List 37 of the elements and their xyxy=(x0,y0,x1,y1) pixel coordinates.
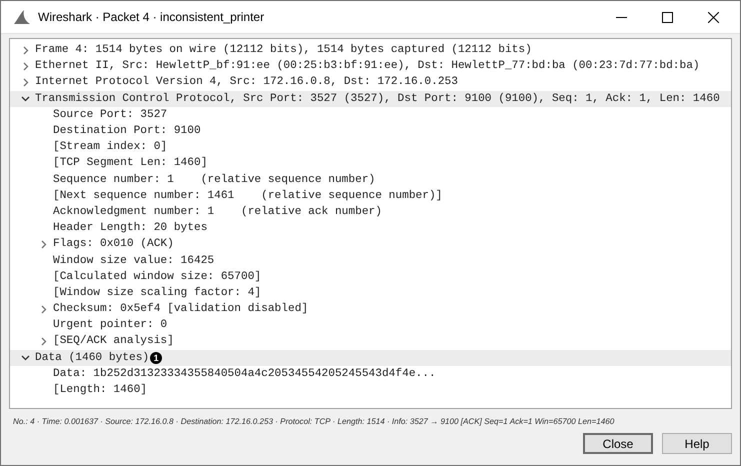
maximize-icon[interactable] xyxy=(662,12,672,22)
tree-item[interactable]: [Window size scaling factor: 4] xyxy=(53,286,262,299)
tree-item[interactable]: Source Port: 3527 xyxy=(53,108,168,121)
tree-item[interactable]: Window size value: 16425 xyxy=(53,254,214,267)
window-title: Wireshark · Packet 4 · inconsistent_printer xyxy=(38,10,266,24)
tree-item[interactable]: [Calculated window size: 65700] xyxy=(53,270,262,283)
tree-item[interactable]: Internet Protocol Version 4, Src: 172.16.0.8, Dst: 172.16.0.253 xyxy=(35,76,458,88)
close-icon[interactable] xyxy=(708,12,718,22)
chevron-right-icon[interactable] xyxy=(20,46,30,55)
callout-number: 1 xyxy=(150,352,162,364)
tree-item[interactable]: Data (1460 bytes) xyxy=(35,352,150,364)
chevron-right-icon[interactable] xyxy=(20,78,30,87)
chevron-right-icon[interactable] xyxy=(20,62,30,71)
chevron-right-icon[interactable] xyxy=(38,304,48,314)
help-button[interactable]: Help xyxy=(662,433,732,454)
close-button[interactable]: Close xyxy=(583,433,653,454)
chevron-right-icon[interactable] xyxy=(38,240,48,249)
tree-item[interactable]: [Length: 1460] xyxy=(53,384,147,396)
tree-item[interactable]: Destination Port: 9100 xyxy=(53,125,201,138)
tree-item[interactable]: [Stream index: 0] xyxy=(53,141,168,154)
chevron-right-icon[interactable] xyxy=(38,336,48,346)
tree-item[interactable]: Sequence number: 1 (relative sequence number) xyxy=(53,174,376,186)
tree-item[interactable]: Checksum: 0x5ef4 [validation disabled] xyxy=(53,303,308,316)
tree-item[interactable]: Data: 1b252d31323334355840504a4c20534554205245543d4f4e... xyxy=(53,368,436,380)
tree-item[interactable]: Acknowledgment number: 1 (relative ack number) xyxy=(53,206,382,218)
tree-item[interactable]: Header Length: 20 bytes xyxy=(53,222,208,234)
tree-item[interactable]: [SEQ/ACK analysis] xyxy=(53,335,174,348)
tree-item[interactable]: [TCP Segment Len: 1460] xyxy=(53,157,208,170)
tree-item[interactable]: Urgent pointer: 0 xyxy=(53,319,168,332)
chevron-down-icon[interactable] xyxy=(20,94,30,104)
tree-item[interactable]: Ethernet II, Src: HewlettP_bf:91:ee (00:25:b3:bf:91:ee), Dst: HewlettP_77:bd:ba (00:23:7d:77:bd:ba) xyxy=(35,60,700,72)
packet-summary: No.: 4 · Time: 0.001637 · Source: 172.16.0.8 · Destination: 172.16.0.253 · Protocol: TCP · Length: 1514 · Info: 3527 → 9100 [ACK] Seq=1 Ack=1 Win=65700 Len=1460 xyxy=(13,417,616,428)
tree-item[interactable]: Frame 4: 1514 bytes on wire (12112 bits), 1514 bytes captured (12112 bits) xyxy=(35,44,532,56)
chevron-down-icon[interactable] xyxy=(20,353,30,362)
tree-item[interactable]: [Next sequence number: 1461 (relative sequence number)] xyxy=(53,190,442,202)
tree-item[interactable]: Flags: 0x010 (ACK) xyxy=(53,238,174,250)
shark-fin-icon xyxy=(13,10,31,24)
